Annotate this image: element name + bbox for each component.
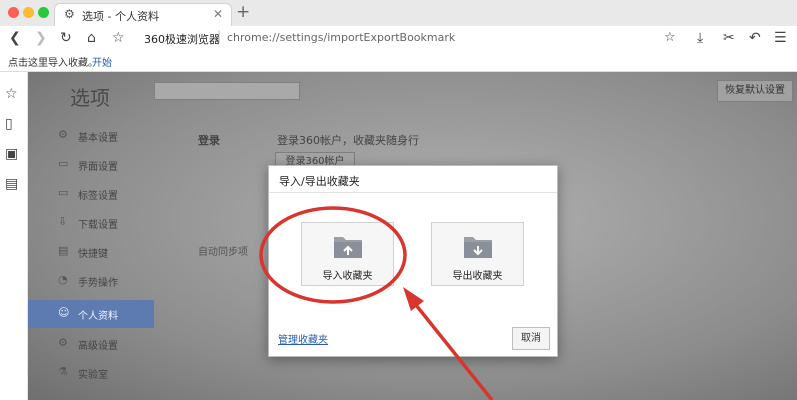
dialog-title: 导入/导出收藏夹	[279, 175, 360, 188]
user-icon: ☺	[58, 306, 70, 319]
nav-item-basic[interactable]: ⚙ 基本设置	[28, 122, 154, 150]
bookmark-star-icon[interactable]: ☆	[664, 29, 676, 47]
nav-item-profile[interactable]: ☺ 个人资料	[28, 300, 154, 328]
reload-icon[interactable]: ↻	[60, 29, 72, 47]
nav-label: 界面设置	[78, 162, 118, 173]
settings-search-input[interactable]	[154, 82, 300, 100]
page-title: 选项	[70, 86, 110, 110]
address-brand[interactable]: 360极速浏览器	[144, 31, 220, 47]
new-tab-button[interactable]: +	[236, 2, 250, 22]
tab-title: 选项 - 个人资料	[82, 10, 159, 23]
nav-label: 下载设置	[78, 220, 118, 231]
window-icon: ▭	[58, 157, 69, 170]
zoom-window-button[interactable]	[38, 7, 49, 18]
address-separator: |	[217, 29, 222, 43]
nav-item-tabs[interactable]: ▭ 标签设置	[28, 180, 154, 208]
import-label: 导入收藏夹	[322, 271, 373, 282]
nav-item-interface[interactable]: ▭ 界面设置	[28, 151, 154, 179]
import-export-dialog: 导入/导出收藏夹 导入收藏夹 导出收藏夹 管理收藏夹 取消	[268, 165, 558, 357]
nav-label: 基本设置	[78, 133, 118, 144]
favorites-star-icon[interactable]: ☆	[5, 86, 18, 102]
reader-book-icon[interactable]: ▯	[5, 116, 13, 132]
nav-item-shortcuts[interactable]: ▤ 快捷键	[28, 238, 154, 266]
scissors-icon[interactable]: ✂	[723, 29, 735, 47]
nav-label: 标签设置	[78, 191, 118, 202]
gear-icon: ⚙	[58, 128, 68, 141]
download-icon[interactable]: ⤓	[697, 29, 703, 47]
home-icon[interactable]: ⌂	[87, 29, 96, 47]
close-window-button[interactable]	[8, 7, 19, 18]
back-icon[interactable]: ❮	[9, 29, 21, 47]
address-url[interactable]: chrome://settings/importExportBookmark	[227, 31, 455, 44]
import-bookmarks-button[interactable]: 导入收藏夹	[301, 222, 394, 286]
minimize-window-button[interactable]	[23, 7, 34, 18]
nav-label: 手势操作	[78, 278, 118, 289]
sync-section-label: 自动同步项	[198, 247, 248, 258]
nav-item-download[interactable]: ⇩ 下载设置	[28, 209, 154, 237]
nav-item-lab[interactable]: ⚗ 实验室	[28, 359, 154, 387]
tab-icon: ▭	[58, 186, 69, 199]
nav-label: 高级设置	[78, 341, 118, 352]
favorite-star-icon[interactable]: ☆	[112, 29, 125, 47]
dialog-divider	[269, 192, 557, 193]
title-bar: ⚙ 选项 - 个人资料 ✕ +	[0, 0, 797, 27]
forward-icon[interactable]: ❯	[35, 29, 47, 47]
notes-icon[interactable]: ▤	[5, 176, 18, 192]
mouse-icon: ◔	[58, 273, 68, 286]
export-bookmarks-button[interactable]: 导出收藏夹	[431, 222, 524, 286]
start-import-link[interactable]: 开始	[92, 54, 112, 69]
nav-item-advanced[interactable]: ⚙ 高级设置	[28, 330, 154, 358]
cancel-button[interactable]: 取消	[512, 327, 550, 350]
close-tab-icon[interactable]: ✕	[213, 7, 223, 21]
gear-icon: ⚙	[64, 7, 75, 21]
screenshot-icon[interactable]: ▣	[5, 146, 18, 162]
login-section-label: 登录	[198, 134, 220, 147]
nav-label: 个人资料	[78, 311, 118, 322]
manage-bookmarks-link[interactable]: 管理收藏夹	[278, 331, 328, 346]
advanced-icon: ⚙	[58, 336, 68, 349]
download-icon: ⇩	[58, 215, 68, 228]
import-prompt: 点击这里导入收藏。	[8, 58, 98, 69]
toolbar: ❮ ❯ ↻ ⌂ ☆ 360极速浏览器 | chrome://settings/i…	[0, 26, 797, 50]
lab-icon: ⚗	[58, 365, 68, 378]
export-label: 导出收藏夹	[452, 271, 503, 282]
nav-label: 实验室	[78, 370, 108, 381]
restore-default-button[interactable]: 恢复默认设置	[717, 80, 793, 102]
keyboard-icon: ▤	[58, 244, 69, 257]
folder-import-icon	[334, 237, 362, 258]
undo-icon[interactable]: ↶	[749, 29, 761, 47]
tab-settings[interactable]: ⚙ 选项 - 个人资料 ✕	[54, 3, 232, 26]
nav-label: 快捷键	[78, 249, 108, 260]
nav-item-gestures[interactable]: ◔ 手势操作	[28, 267, 154, 295]
bookmark-bar: 点击这里导入收藏。 开始	[0, 50, 797, 72]
login-description: 登录360帐户，收藏夹随身行	[277, 134, 419, 147]
folder-export-icon	[464, 237, 492, 258]
menu-icon[interactable]: ☰	[774, 29, 787, 47]
side-toolbar: ☆ ▯ ▣ ▤	[0, 72, 28, 400]
